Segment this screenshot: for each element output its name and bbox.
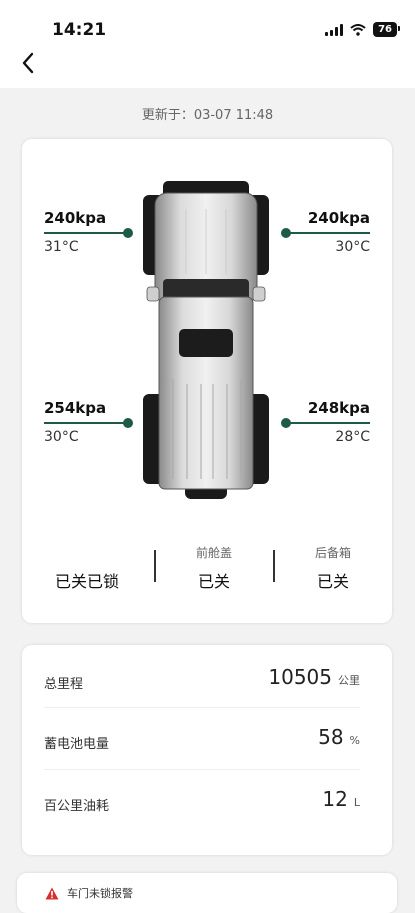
nav-bar [0,50,415,88]
stat-label: 百公里油耗 [44,799,110,814]
stat-row-fuel: 百公里油耗 12 L [44,779,360,829]
tire-pressure: 240kpa [307,209,370,227]
stat-value: 10505 公里 [268,665,360,689]
chevron-left-icon [22,52,34,74]
warning-icon [45,887,59,899]
door-unlock-alert: 车门未锁报警 [45,885,133,901]
tire-indicator-dot [281,228,291,238]
tire-indicator-line [281,228,370,238]
alert-text: 车门未锁报警 [67,887,133,900]
status-label: 前舱盖 [195,546,232,560]
tire-indicator-dot [123,228,133,238]
update-time: 更新于：03-07 11:48 [141,108,274,123]
status-label: 后备箱 [314,546,351,560]
tire-pressure: 254kpa [44,399,107,417]
tire-indicator-line [44,228,133,238]
tire-temp: 30°C [335,239,370,255]
door-lock-status: 已关已锁 [32,544,142,592]
stat-number: 12 [322,787,348,811]
trunk-status: 后备箱 已关 [278,544,388,592]
tire-temp: 31°C [44,239,79,255]
alert-card[interactable]: 车门未锁报警 [17,873,397,913]
vehicle-stats-card: 总里程 10505 公里 蓄电池电量 58% 百公里油耗 12 L [22,645,392,855]
back-button[interactable] [12,50,44,76]
stat-row-mileage: 总里程 10505 公里 [44,657,360,707]
stat-unit: L [353,796,360,809]
stat-row-battery: 蓄电池电量 58% [44,717,360,767]
status-icons: 76 [325,22,400,37]
hood-status: 前舱盖 已关 [159,544,269,592]
status-value: 已关 [316,572,349,591]
divider [273,550,275,582]
status-bar: 14:21 76 [0,0,415,50]
tire-rear-right: 248kpa 28°C [281,399,370,446]
status-time: 14:21 [52,20,107,40]
tire-temp: 30°C [44,429,79,445]
tire-indicator-dot [281,418,291,428]
signal-icon [325,23,344,36]
wifi-icon [350,23,366,36]
tire-indicator-line [44,418,133,428]
tire-pressure: 240kpa [44,209,107,227]
status-value: 已关 [197,572,230,591]
tire-front-left: 240kpa 31°C [44,209,133,256]
stat-unit: % [349,734,360,747]
tire-pressure: 248kpa [307,399,370,417]
status-value: 已关已锁 [54,572,119,591]
divider [154,550,156,582]
row-divider [44,707,360,708]
tire-indicator-dot [123,418,133,428]
door-status-row: 已关已锁 前舱盖 已关 后备箱 已关 [22,544,392,604]
status-label [32,544,142,562]
stat-label: 总里程 [44,677,84,692]
battery-icon: 76 [373,22,400,37]
row-divider [44,769,360,770]
stat-label: 蓄电池电量 [44,737,110,752]
tire-rear-left: 254kpa 30°C [44,399,133,446]
car-top-view-image [143,181,269,499]
stat-value: 58% [318,725,360,749]
tire-front-right: 240kpa 30°C [281,209,370,256]
stat-value: 12 L [322,787,360,811]
tire-indicator-line [281,418,370,428]
vehicle-status-card: 240kpa 31°C 240kpa 30°C 254kpa 30°C 248k… [22,139,392,623]
stat-number: 10505 [268,665,332,689]
stat-number: 58 [318,725,344,749]
stat-unit: 公里 [338,674,360,687]
tire-temp: 28°C [335,429,370,445]
